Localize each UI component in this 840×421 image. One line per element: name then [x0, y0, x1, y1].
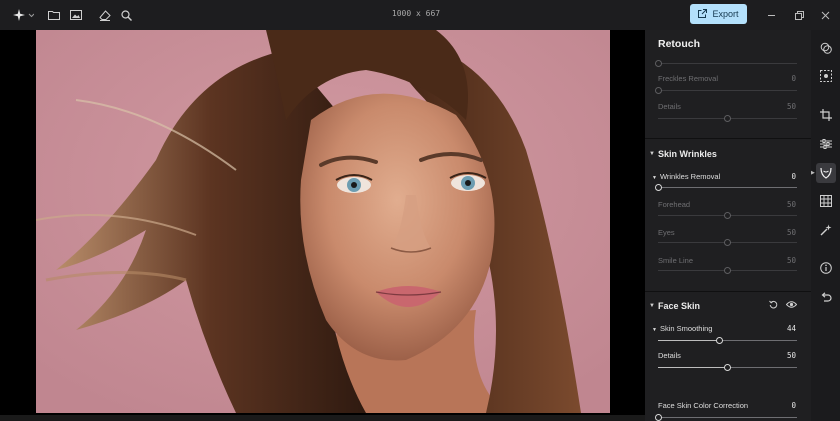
wrinkles-removal-slider[interactable] — [654, 184, 797, 191]
expand-triangle-icon: ▼ — [652, 327, 657, 333]
info-icon[interactable] — [818, 260, 834, 276]
face-skin-header[interactable]: ▼ Face Skin — [645, 291, 811, 321]
undo-icon[interactable] — [818, 290, 834, 306]
select-icon[interactable] — [818, 68, 834, 84]
smile-line-label: Smile Line — [658, 256, 694, 265]
freckles-removal-slider[interactable] — [654, 87, 797, 94]
wrinkles-removal-label: ▼ Wrinkles Removal — [652, 172, 721, 181]
freckles-removal-label: Freckles Removal — [658, 74, 719, 83]
smile-line-slider[interactable] — [658, 267, 797, 274]
canvas-area[interactable] — [0, 30, 645, 421]
freckles-details-knob[interactable] — [724, 115, 731, 122]
eyes-slider[interactable] — [658, 239, 797, 246]
visibility-eye-icon[interactable] — [785, 300, 798, 311]
freckles-details-slider[interactable] — [658, 115, 797, 122]
forehead-slider[interactable] — [658, 212, 797, 219]
restore-icon[interactable] — [792, 8, 806, 22]
wrinkles-removal-knob[interactable] — [654, 184, 662, 191]
face-skin-color-correction-value: 0 — [791, 401, 796, 410]
export-icon — [698, 8, 708, 20]
face-details-slider[interactable] — [658, 364, 797, 371]
eyes-label: Eyes — [658, 228, 675, 237]
smile-line-value: 50 — [786, 256, 796, 265]
face-details-value: 50 — [786, 351, 796, 360]
forehead-knob[interactable] — [724, 212, 731, 219]
skin-smoothing-slider[interactable] — [658, 337, 797, 344]
retouch-panel: Retouch Freckles Removal 0 Details 50 ▼ … — [645, 30, 811, 421]
canvas-scrollbar[interactable] — [0, 415, 645, 421]
collapse-triangle-icon: ▼ — [649, 151, 655, 157]
freckles-removal-knob[interactable] — [654, 87, 662, 94]
freckles-details-value: 50 — [786, 102, 796, 111]
eyes-value: 50 — [786, 228, 796, 237]
wrinkles-removal-value: 0 — [791, 172, 796, 181]
minimize-icon[interactable] — [764, 8, 778, 22]
skin-wrinkles-header[interactable]: ▼ Skin Wrinkles — [645, 139, 811, 169]
collapse-triangle-icon: ▼ — [649, 303, 655, 309]
adjust-icon[interactable] — [818, 136, 834, 152]
face-details-knob[interactable] — [724, 364, 731, 371]
face-skin-color-correction-knob[interactable] — [654, 414, 662, 421]
zoom-icon[interactable] — [119, 7, 133, 23]
image-icon[interactable] — [69, 7, 83, 23]
top-slider-knob[interactable] — [654, 60, 662, 67]
forehead-label: Forehead — [658, 200, 691, 209]
folder-icon[interactable] — [47, 7, 61, 23]
smile-line-knob[interactable] — [724, 267, 731, 274]
skin-smoothing-fill — [658, 340, 720, 341]
skin-smoothing-value: 44 — [786, 324, 796, 333]
reset-icon[interactable] — [769, 300, 778, 311]
freckles-removal-value: 0 — [791, 74, 796, 83]
portrait-photo — [36, 30, 610, 413]
top-slider[interactable] — [654, 60, 797, 67]
top-bar: 1000 x 667 Export — [0, 0, 840, 30]
eyes-knob[interactable] — [724, 239, 731, 246]
active-tool-caret-icon: ▶ — [811, 170, 815, 176]
face-skin-title: Face Skin — [658, 301, 701, 311]
freckles-details-label: Details — [658, 102, 681, 111]
face-skin-color-correction-slider[interactable] — [654, 414, 797, 421]
panel-title: Retouch — [658, 38, 700, 50]
skin-wrinkles-title: Skin Wrinkles — [658, 149, 717, 159]
layers-icon[interactable] — [818, 40, 834, 56]
retouch-icon[interactable] — [816, 163, 836, 183]
eraser-icon[interactable] — [98, 7, 112, 23]
export-button[interactable]: Export — [690, 4, 747, 24]
close-icon[interactable] — [818, 8, 832, 22]
app-logo-icon[interactable] — [12, 7, 34, 23]
export-label: Export — [712, 9, 739, 19]
crop-icon[interactable] — [818, 107, 834, 123]
face-details-fill — [658, 367, 728, 368]
skin-smoothing-knob[interactable] — [715, 337, 723, 344]
image-dimensions: 1000 x 667 — [391, 9, 441, 18]
face-skin-color-correction-label: Face Skin Color Correction — [658, 401, 749, 410]
forehead-value: 50 — [786, 200, 796, 209]
skin-smoothing-label: ▼ Skin Smoothing — [652, 324, 713, 333]
transform-icon[interactable] — [818, 193, 834, 209]
expand-triangle-icon: ▼ — [652, 175, 657, 181]
face-details-label: Details — [658, 351, 681, 360]
magic-icon[interactable] — [818, 222, 834, 238]
right-toolbar: ▶ — [811, 30, 840, 421]
